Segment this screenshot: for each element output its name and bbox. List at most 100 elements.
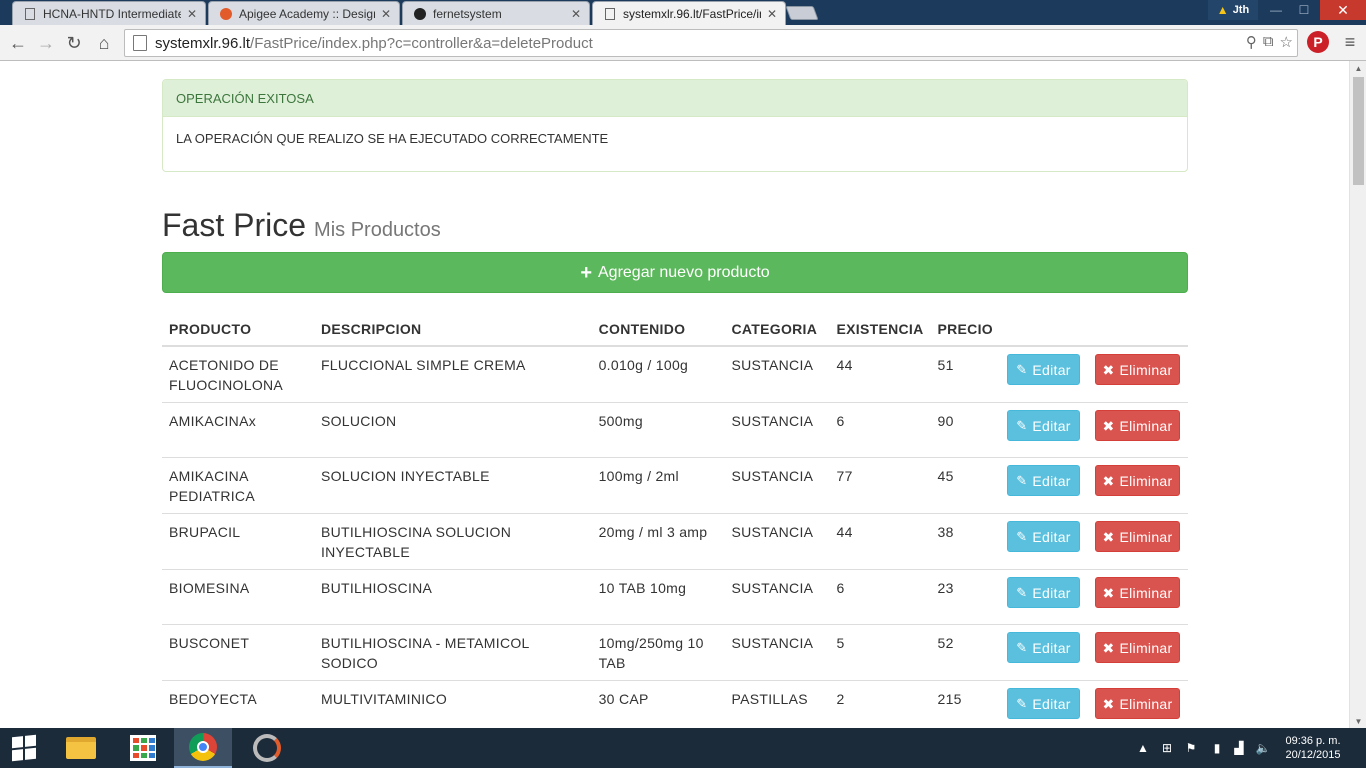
- edit-label: Editar: [1032, 584, 1071, 601]
- edit-button[interactable]: ✎ Editar: [1006, 688, 1080, 719]
- browser-tab-1[interactable]: HCNA-HNTD Intermediate ✕: [12, 1, 206, 25]
- tab-title: systemxlr.96.lt/FastPrice/in: [623, 6, 761, 21]
- show-hidden-icons[interactable]: ▲: [1136, 728, 1150, 768]
- scroll-up-icon[interactable]: ▲: [1350, 61, 1366, 75]
- pinterest-extension-icon[interactable]: P: [1307, 31, 1329, 53]
- volume-icon[interactable]: 🔈: [1254, 728, 1272, 768]
- start-button[interactable]: [0, 728, 48, 768]
- header-contenido: CONTENIDO: [591, 311, 725, 347]
- close-tab-icon[interactable]: ✕: [571, 7, 581, 21]
- maximize-button[interactable]: ☐: [1290, 0, 1318, 20]
- table-row: AMIKACINAx SOLUCION 500mg SUSTANCIA 6 90 ✎ Edit…: [162, 402, 1188, 458]
- delete-label: Eliminar: [1119, 472, 1173, 489]
- chrome-taskbar-button[interactable]: [174, 728, 232, 768]
- add-product-button[interactable]: + Agregar nuevo producto: [162, 252, 1188, 293]
- cell-categoria: SUSTANCIA: [724, 624, 830, 681]
- back-icon[interactable]: ←: [6, 31, 30, 55]
- cell-delete: ✖ Eliminar: [1087, 569, 1188, 625]
- network-icon[interactable]: ▟: [1230, 728, 1248, 768]
- store-taskbar-button[interactable]: [114, 728, 172, 768]
- page-info-icon[interactable]: [133, 35, 147, 51]
- edit-button[interactable]: ✎ Editar: [1006, 577, 1080, 608]
- translate-icon[interactable]: ⧉: [1263, 33, 1274, 51]
- taskbar-clock[interactable]: 09:36 p. m. 20/12/2015: [1280, 734, 1346, 762]
- profile-button[interactable]: ▲ Jth: [1208, 0, 1258, 20]
- close-tab-icon[interactable]: ✕: [187, 7, 197, 21]
- close-icon: ✖: [1102, 695, 1115, 712]
- cell-existencia: 6: [829, 569, 931, 625]
- header-categoria: CATEGORIA: [724, 311, 830, 347]
- page-viewport: OPERACIÓN EXITOSA LA OPERACIÓN QUE REALI…: [0, 61, 1349, 728]
- close-tab-icon[interactable]: ✕: [381, 7, 391, 21]
- delete-label: Eliminar: [1119, 584, 1173, 601]
- menu-icon[interactable]: ≡: [1340, 32, 1360, 52]
- scrollbar-thumb[interactable]: [1353, 77, 1364, 185]
- delete-button[interactable]: ✖ Eliminar: [1094, 688, 1180, 719]
- minimize-button[interactable]: —: [1262, 0, 1290, 20]
- cell-edit: ✎ Editar: [999, 680, 1088, 728]
- new-tab-button[interactable]: [785, 6, 819, 20]
- apigee-icon: [219, 7, 233, 21]
- cell-categoria: SUSTANCIA: [724, 402, 830, 458]
- battery-icon[interactable]: ▮: [1208, 728, 1226, 768]
- page-scrollbar[interactable]: ▲ ▼: [1349, 61, 1366, 728]
- delete-label: Eliminar: [1119, 639, 1173, 656]
- reload-icon[interactable]: ↻: [62, 31, 86, 55]
- bookmark-star-icon[interactable]: ☆: [1280, 33, 1293, 51]
- cell-categoria: SUSTANCIA: [724, 569, 830, 625]
- close-icon: ✖: [1102, 361, 1115, 378]
- pencil-icon: ✎: [1016, 639, 1028, 655]
- scroll-down-icon[interactable]: ▼: [1350, 714, 1366, 728]
- cell-edit: ✎ Editar: [999, 345, 1088, 403]
- cell-existencia: 44: [829, 513, 931, 570]
- edit-button[interactable]: ✎ Editar: [1006, 465, 1080, 496]
- browser-tab-3[interactable]: fernetsystem ✕: [402, 1, 590, 25]
- tab-title: HCNA-HNTD Intermediate: [43, 6, 181, 21]
- cell-producto: BEDOYECTA: [162, 680, 314, 728]
- action-center-icon[interactable]: ⚑: [1182, 728, 1200, 768]
- cell-precio: 52: [930, 624, 1000, 681]
- delete-button[interactable]: ✖ Eliminar: [1094, 521, 1180, 552]
- close-window-button[interactable]: ✕: [1320, 0, 1366, 20]
- forward-icon[interactable]: →: [34, 31, 58, 55]
- cell-contenido: 10 TAB 10mg: [591, 569, 725, 625]
- cell-delete: ✖ Eliminar: [1087, 513, 1188, 570]
- browser-tab-2[interactable]: Apigee Academy :: Design ✕: [208, 1, 400, 25]
- cell-edit: ✎ Editar: [999, 513, 1088, 570]
- browser-tab-active[interactable]: systemxlr.96.lt/FastPrice/in ✕: [592, 1, 786, 25]
- pencil-icon: ✎: [1016, 528, 1028, 544]
- zoom-icon[interactable]: ⚲: [1246, 33, 1257, 51]
- delete-button[interactable]: ✖ Eliminar: [1094, 354, 1180, 385]
- header-delete-col: [1087, 311, 1188, 347]
- delete-button[interactable]: ✖ Eliminar: [1094, 632, 1180, 663]
- app-icon: [253, 734, 281, 762]
- cell-contenido: 0.010g / 100g: [591, 345, 725, 403]
- delete-button[interactable]: ✖ Eliminar: [1094, 577, 1180, 608]
- address-bar[interactable]: systemxlr.96.lt/FastPrice/index.php?c=co…: [124, 29, 1298, 57]
- delete-button[interactable]: ✖ Eliminar: [1094, 465, 1180, 496]
- home-icon[interactable]: ⌂: [92, 31, 116, 55]
- header-edit-col: [999, 311, 1088, 347]
- app-taskbar-button[interactable]: [238, 728, 296, 768]
- windows-icon[interactable]: ⊞: [1158, 728, 1176, 768]
- cell-delete: ✖ Eliminar: [1087, 624, 1188, 681]
- edit-button[interactable]: ✎ Editar: [1006, 632, 1080, 663]
- edit-button[interactable]: ✎ Editar: [1006, 354, 1080, 385]
- header-descripcion: DESCRIPCION: [313, 311, 592, 347]
- delete-label: Eliminar: [1119, 361, 1173, 378]
- cell-descripcion: BUTILHIOSCINA - METAMICOL SODICO: [313, 624, 592, 681]
- close-icon: ✖: [1102, 584, 1115, 601]
- table-row: BEDOYECTA MULTIVITAMINICO 30 CAP PASTILLAS 2…: [162, 680, 1188, 728]
- table-row: BUSCONET BUTILHIOSCINA - METAMICOL SODICO…: [162, 624, 1188, 681]
- file-explorer-taskbar-button[interactable]: [52, 728, 110, 768]
- clock-date: 20/12/2015: [1285, 749, 1341, 761]
- edit-button[interactable]: ✎ Editar: [1006, 521, 1080, 552]
- cell-categoria: SUSTANCIA: [724, 513, 830, 570]
- edit-button[interactable]: ✎ Editar: [1006, 410, 1080, 441]
- close-tab-icon[interactable]: ✕: [767, 7, 777, 21]
- cell-delete: ✖ Eliminar: [1087, 457, 1188, 514]
- pencil-icon: ✎: [1016, 361, 1028, 377]
- cell-existencia: 5: [829, 624, 931, 681]
- cell-edit: ✎ Editar: [999, 457, 1088, 514]
- delete-button[interactable]: ✖ Eliminar: [1094, 410, 1180, 441]
